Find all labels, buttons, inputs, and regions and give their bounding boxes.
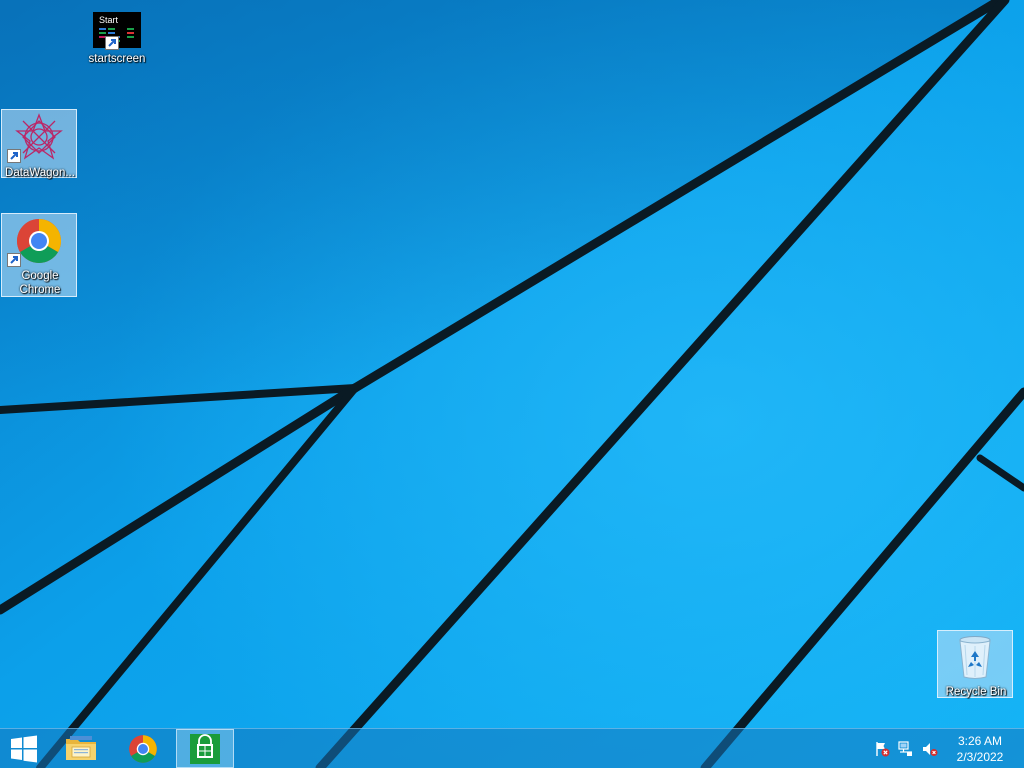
desktop-icon-google-chrome[interactable]: Google Chrome xyxy=(1,213,77,297)
chrome-icon xyxy=(7,217,63,267)
windows-store-icon xyxy=(190,734,220,764)
desktop-icon-label: DataWagon... xyxy=(5,167,75,179)
shortcut-arrow-icon xyxy=(105,36,119,50)
taskbar-file-explorer-button[interactable] xyxy=(52,729,110,768)
desktop-icon-label: Google Chrome xyxy=(19,270,61,296)
svg-text:Start: Start xyxy=(99,15,119,25)
desktop-icon-startscreen[interactable]: Start startscreen xyxy=(79,10,155,66)
network-icon[interactable] xyxy=(898,741,914,757)
taskbar: 3:26 AM 2/3/2022 xyxy=(0,728,1024,768)
file-explorer-icon xyxy=(66,736,96,760)
chrome-icon xyxy=(129,735,157,763)
system-clock[interactable]: 3:26 AM 2/3/2022 xyxy=(948,733,1012,765)
desktop[interactable]: Start startscreen DataWagon... Google Ch… xyxy=(0,0,1024,768)
action-center-flag-icon[interactable] xyxy=(874,741,890,757)
recycle-bin-icon xyxy=(951,633,999,681)
shortcut-arrow-icon xyxy=(7,253,21,267)
volume-muted-icon[interactable] xyxy=(922,741,938,757)
desktop-icon-label: Recycle Bin xyxy=(945,686,1007,698)
start-button[interactable] xyxy=(0,729,48,768)
clock-date: 2/3/2022 xyxy=(956,750,1004,764)
windows-start-icon xyxy=(11,735,37,763)
wallpaper xyxy=(0,0,1024,768)
desktop-icon-recycle-bin[interactable]: Recycle Bin xyxy=(937,630,1013,698)
clock-time: 3:26 AM xyxy=(957,734,1003,748)
taskbar-store-button[interactable] xyxy=(176,729,234,768)
start-tile-icon: Start xyxy=(93,10,141,58)
datawagon-icon xyxy=(7,113,63,163)
shortcut-arrow-icon xyxy=(7,149,21,163)
taskbar-chrome-button[interactable] xyxy=(114,729,172,768)
desktop-icon-datawagon[interactable]: DataWagon... xyxy=(1,109,77,179)
